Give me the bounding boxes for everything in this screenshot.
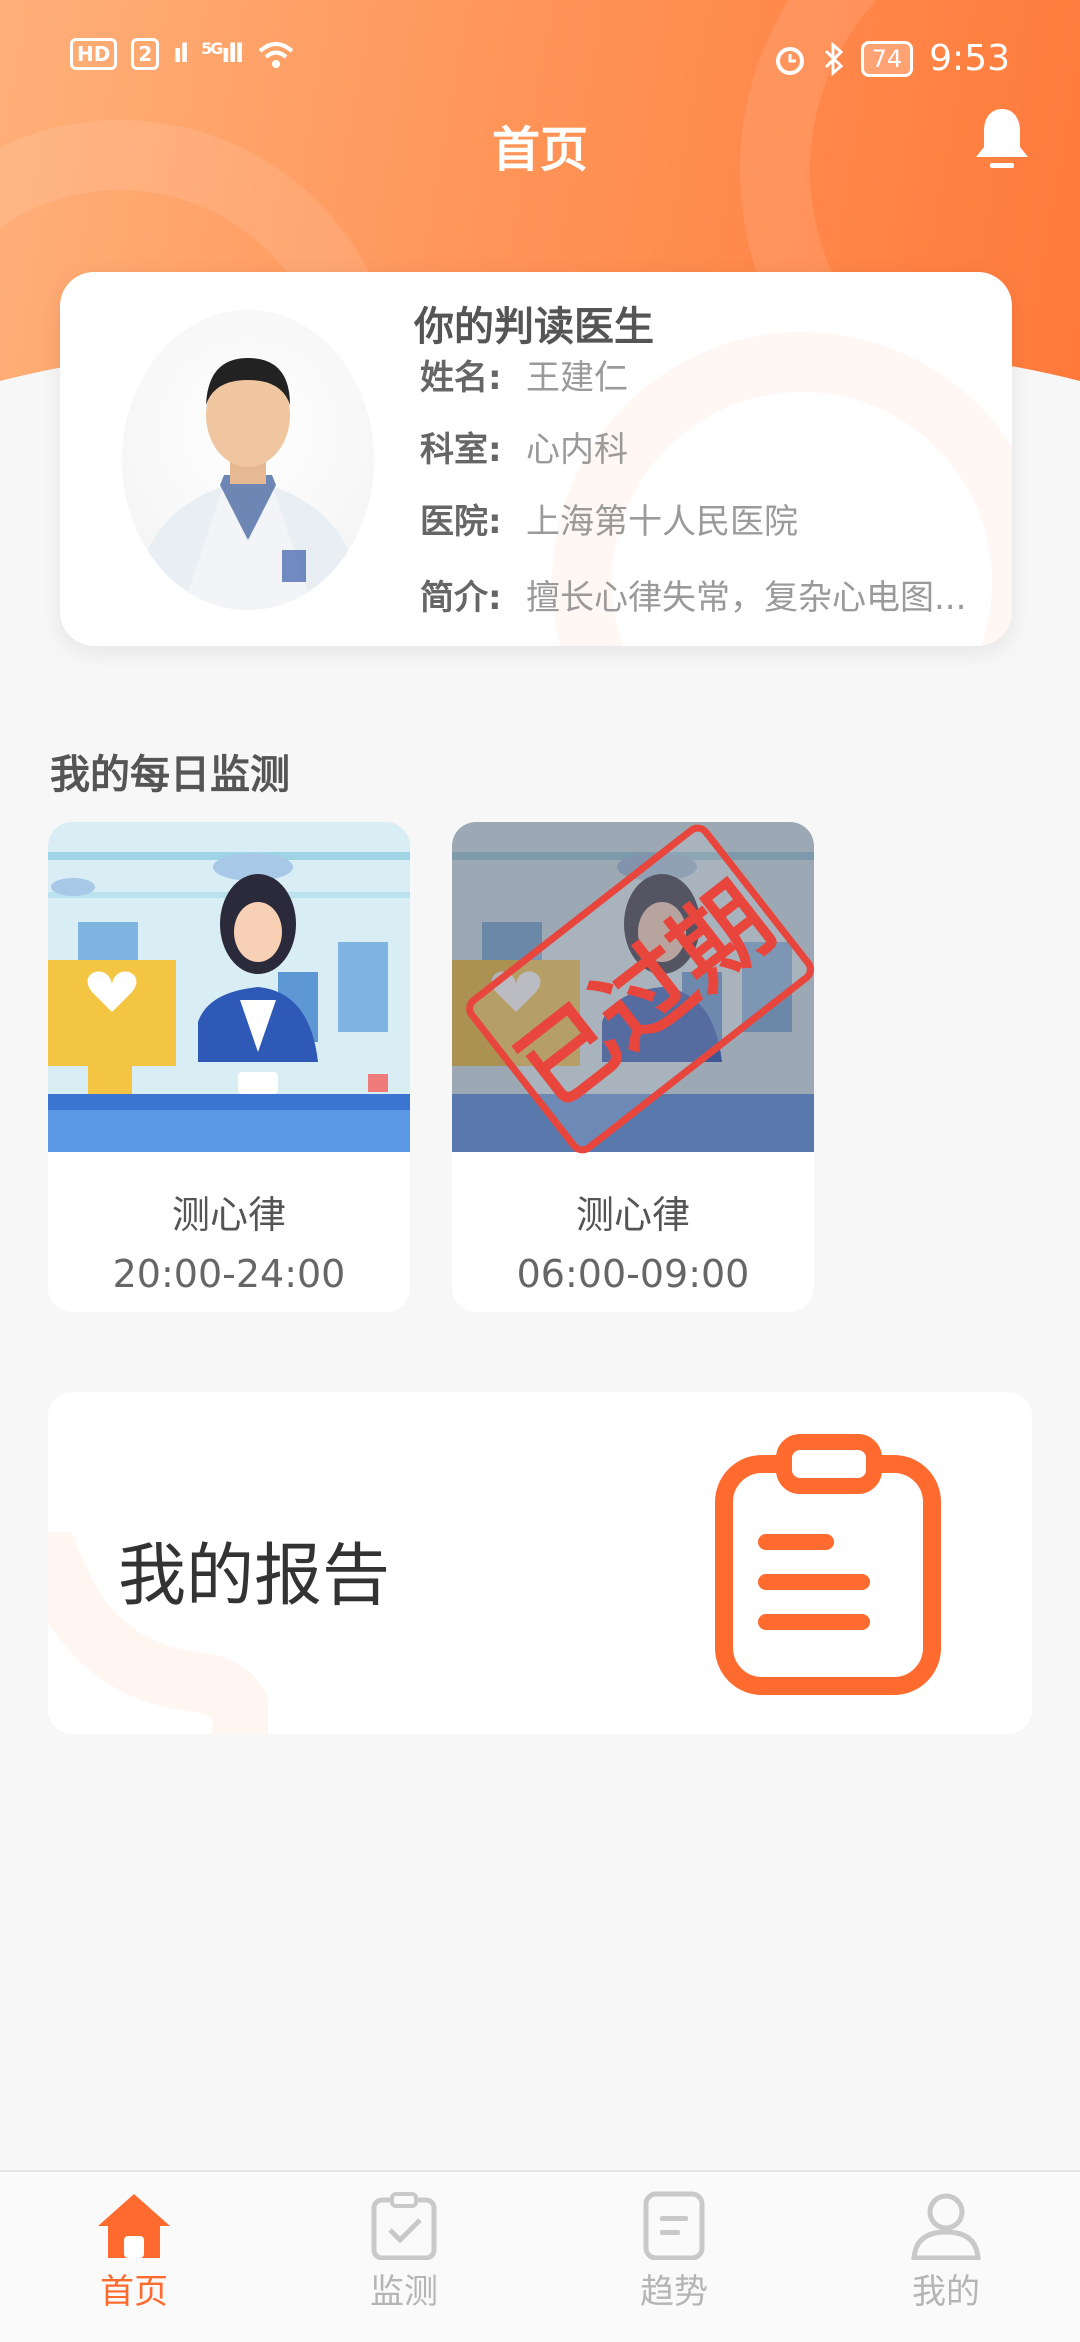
doctor-card[interactable]: 你的判读医生 姓名: 王建仁 科室: 心内科 医院: 上海第十人民医院 简介: … [60,272,1012,646]
hd-badge: HD [70,38,118,70]
doctor-dept-row: 科室: 心内科 [420,422,628,471]
task-name: 测心律 [171,1193,286,1237]
monitor-task-card[interactable]: 测心律 20:00-24:00 [48,822,410,1312]
signal-icon: ıl [173,39,189,69]
bottom-tab-bar: 首页 监测 趋势 我的 [0,2170,1080,2342]
home-icon [98,2194,170,2258]
doctor-avatar [122,310,374,610]
tab-label: 监测 [370,2272,438,2312]
section-title-monitoring: 我的每日监测 [50,752,290,798]
doctor-intro-row: 简介: 擅长心律失常，复杂心电图... [420,570,966,619]
status-bar: HD 2 ıl 5Gıll 74 9:53 [0,0,1080,120]
tab-trend[interactable]: 趋势 [584,2190,764,2313]
monitor-task-card-expired[interactable]: 已过期 测心律 06:00-09:00 [452,822,814,1312]
doctor-name-row: 姓名: 王建仁 [420,350,628,399]
doctor-heading: 你的判读医生 [414,304,654,350]
monitor-illustration [48,822,410,1152]
trend-doc-icon [643,2191,705,2260]
clock: 9:53 [929,38,1010,79]
clipboard-check-icon [371,2192,437,2260]
task-name: 测心律 [575,1193,690,1237]
tab-label: 趋势 [640,2272,708,2312]
tab-home[interactable]: 首页 [44,2190,224,2313]
battery-indicator: 74 [860,40,914,77]
report-label: 我的报告 [118,1537,391,1616]
hospital-label: 医院: [420,502,502,542]
doctor-hospital: 上海第十人民医院 [526,502,798,542]
my-report-card[interactable]: 我的报告 [48,1392,1032,1734]
task-time: 20:00-24:00 [112,1252,346,1296]
doctor-dept: 心内科 [526,430,628,470]
doctor-hospital-row: 医院: 上海第十人民医院 [420,494,798,543]
bell-icon[interactable] [972,105,1032,175]
intro-label: 简介: [420,578,502,618]
wifi-icon [258,42,294,68]
clipboard-icon [715,1434,941,1695]
tab-monitor[interactable]: 监测 [314,2190,494,2313]
task-time: 06:00-09:00 [516,1252,750,1296]
user-icon [911,2193,981,2260]
alarm-icon [775,46,804,75]
tab-mine[interactable]: 我的 [856,2190,1036,2313]
sim-badge: 2 [131,38,160,70]
bluetooth-icon [824,41,843,76]
signal-5g-icon: 5Gıll [201,39,244,69]
doctor-name: 王建仁 [526,358,628,398]
page-title: 首页 [491,122,588,178]
name-label: 姓名: [420,358,502,398]
doctor-intro: 擅长心律失常，复杂心电图... [526,578,967,618]
dept-label: 科室: [420,430,502,470]
tab-label: 我的 [912,2272,980,2312]
tab-label: 首页 [100,2272,168,2312]
